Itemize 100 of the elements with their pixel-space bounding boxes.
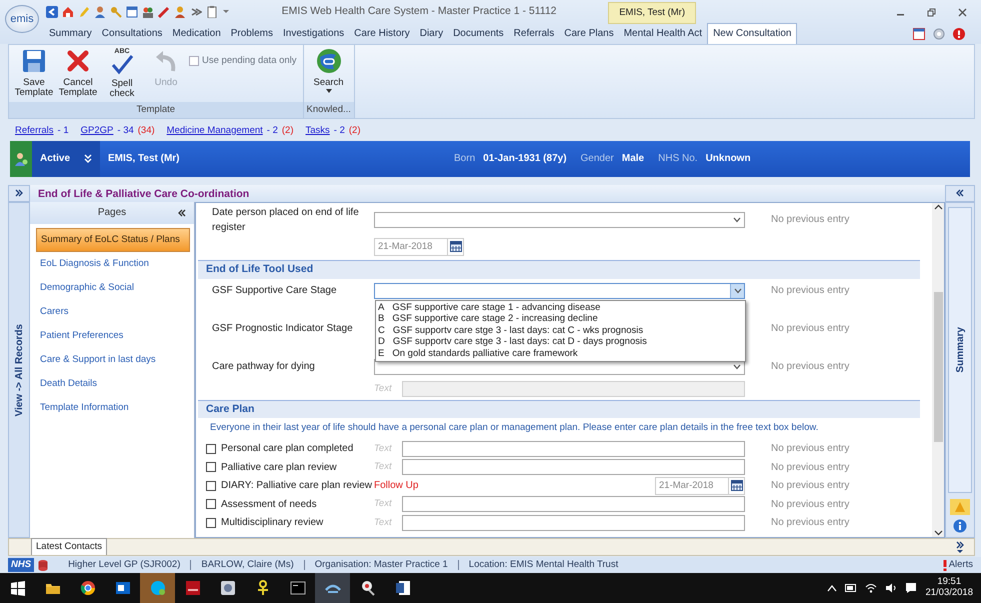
- count: (2): [282, 124, 294, 138]
- page-item[interactable]: Demographic & Social: [36, 276, 190, 300]
- expand-button[interactable]: [8, 184, 30, 202]
- person-icon[interactable]: [174, 6, 186, 18]
- page-item[interactable]: EoL Diagnosis & Function: [36, 252, 190, 276]
- checkbox[interactable]: [206, 499, 216, 510]
- menu-tab[interactable]: Diary: [414, 24, 448, 44]
- checkbox[interactable]: [206, 444, 216, 454]
- menu-tab[interactable]: Referrals: [508, 24, 560, 44]
- wifi-icon[interactable]: [865, 583, 878, 593]
- chat-icon[interactable]: [150, 580, 166, 596]
- dropdown-option[interactable]: D GSF supportv care stge 3 - last days: cat D - days prognosis: [376, 336, 745, 348]
- double-chevron-icon[interactable]: [15, 189, 23, 198]
- group-label: Template: [9, 102, 303, 118]
- dropdown-option[interactable]: B GSF supportive care stage 2 - increasing decline: [376, 313, 745, 325]
- close-icon[interactable]: [958, 8, 967, 16]
- menu-tab[interactable]: New Consultation: [707, 23, 798, 44]
- menu-tab[interactable]: Summary: [44, 24, 97, 44]
- task-link[interactable]: Tasks: [306, 124, 330, 138]
- menu-tab[interactable]: Mental Health Act: [618, 24, 708, 44]
- collapse-button[interactable]: [945, 184, 975, 202]
- scrollbar-thumb[interactable]: [934, 292, 942, 442]
- double-chevron-icon[interactable]: [956, 189, 964, 198]
- menu-tab[interactable]: Consultations: [96, 24, 168, 44]
- terminal-icon[interactable]: [290, 580, 306, 596]
- cancel-button[interactable]: Cancel Template: [57, 48, 99, 98]
- forward-icon[interactable]: [190, 6, 202, 18]
- checkbox[interactable]: [206, 462, 216, 472]
- previous-entry: No previous entry: [771, 322, 850, 336]
- window-icon[interactable]: [913, 28, 925, 40]
- page-item[interactable]: Patient Preferences: [36, 324, 190, 348]
- page-item[interactable]: Template Information: [36, 396, 190, 420]
- battery-icon[interactable]: [845, 584, 858, 592]
- windows-icon[interactable]: [10, 580, 26, 596]
- text-label: Text: [374, 382, 393, 396]
- pen-icon[interactable]: [158, 6, 170, 18]
- page-item[interactable]: Death Details: [36, 372, 190, 396]
- count: - 2: [266, 124, 278, 138]
- dropdown-option[interactable]: A GSF supportive care stage 1 - advancing disease: [376, 302, 745, 314]
- scroll-down-icon[interactable]: [934, 528, 942, 538]
- menu-tab[interactable]: Problems: [226, 24, 278, 44]
- alert-icon[interactable]: [953, 28, 965, 40]
- text-field[interactable]: [402, 440, 745, 457]
- speaker-icon[interactable]: [885, 583, 898, 593]
- help-icon[interactable]: [933, 28, 945, 40]
- app-logo[interactable]: emis: [5, 5, 39, 33]
- dropdown-option[interactable]: C GSF supportv care stge 3 - last days: cat C - wks prognosis: [376, 324, 745, 336]
- task-link[interactable]: GP2GP: [80, 124, 114, 138]
- task-link[interactable]: Referrals: [15, 124, 54, 138]
- page-item[interactable]: Carers: [36, 300, 190, 324]
- menu-tab[interactable]: Care Plans: [559, 24, 619, 44]
- restore-icon[interactable]: [927, 8, 936, 16]
- side-tab[interactable]: View -> All Records: [8, 202, 30, 538]
- field-label: Assessment of needs: [221, 498, 317, 512]
- home-icon[interactable]: [62, 6, 74, 18]
- clock-time[interactable]: 19:51: [925, 577, 973, 588]
- menu-tab[interactable]: Medication: [167, 24, 226, 44]
- text-field[interactable]: [402, 496, 745, 512]
- back-icon[interactable]: [46, 6, 58, 18]
- page-item[interactable]: Summary of EoLC Status / Plans: [36, 228, 190, 252]
- scroll-up-icon[interactable]: [934, 202, 942, 212]
- field-label: Multidisciplinary review: [221, 516, 324, 530]
- browser-icon[interactable]: [80, 580, 96, 596]
- dropdown-field[interactable]: [374, 212, 745, 228]
- info-icon[interactable]: [953, 519, 967, 534]
- date-field[interactable]: 21-Mar-2018: [374, 238, 464, 256]
- document-icon[interactable]: [394, 580, 410, 596]
- chevron-up-icon[interactable]: [827, 584, 838, 592]
- search-button[interactable]: Search: [308, 48, 350, 94]
- patient-status: Active: [40, 152, 70, 166]
- text-field[interactable]: [402, 514, 745, 531]
- task-link[interactable]: Medicine Management: [166, 124, 263, 138]
- message-icon[interactable]: [905, 582, 918, 594]
- menu-tab[interactable]: Care History: [349, 24, 415, 44]
- dropdown-toggle[interactable]: [730, 284, 744, 298]
- summary-tab[interactable]: Summary: [948, 206, 972, 494]
- person-icon[interactable]: [94, 6, 106, 18]
- dropdown-option[interactable]: E On gold standards palliative care framework: [376, 348, 745, 360]
- field-label: Care pathway for dying: [211, 360, 316, 374]
- scrollbar[interactable]: [932, 202, 944, 538]
- clock-date[interactable]: 21/03/2018: [925, 588, 973, 599]
- date-field[interactable]: 21-Mar-2018: [655, 476, 745, 495]
- clipboard-icon[interactable]: [206, 6, 218, 18]
- checkbox[interactable]: [206, 480, 216, 491]
- save-button[interactable]: Save Template: [13, 48, 55, 98]
- checkbox[interactable]: [206, 518, 216, 528]
- menu-tab[interactable]: Documents: [448, 24, 509, 44]
- bottom-tab[interactable]: Latest Contacts: [31, 538, 108, 556]
- menu-tab[interactable]: Investigations: [278, 24, 350, 44]
- alerts-link[interactable]: Alerts: [948, 558, 973, 572]
- text-field[interactable]: [402, 459, 745, 476]
- group-label: Knowled...: [304, 102, 354, 118]
- expand-icon[interactable]: [956, 541, 964, 554]
- context-tab[interactable]: EMIS, Test (Mr): [608, 2, 696, 24]
- people-icon[interactable]: [142, 6, 154, 18]
- window-title: EMIS Web Health Care System - Master Practice 1 - 51112: [280, 4, 558, 20]
- collapse-icon[interactable]: [178, 208, 186, 217]
- app-icon[interactable]: [184, 580, 200, 596]
- mail-icon[interactable]: [114, 580, 130, 596]
- page-item[interactable]: Care & Support in last days: [36, 348, 190, 372]
